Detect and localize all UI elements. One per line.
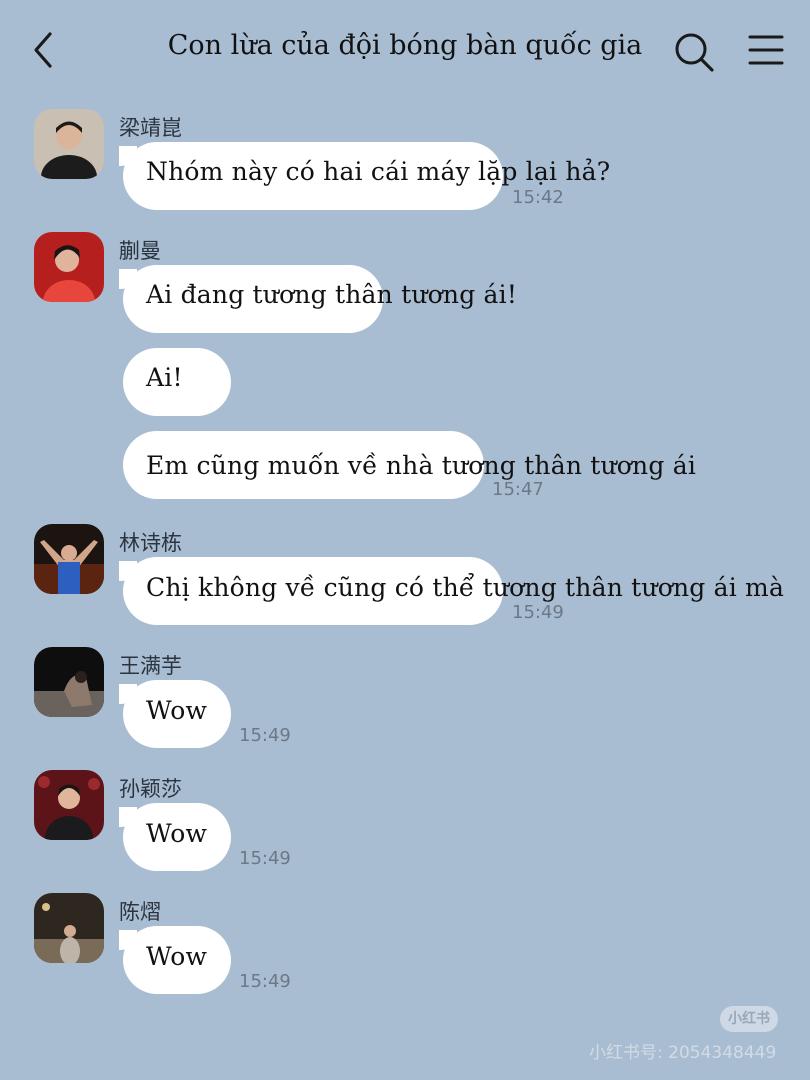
avatar-photo [34,524,104,594]
message-time: 15:49 [239,971,291,992]
avatar[interactable] [34,647,104,717]
watermark-text: 小红书号: 2054348449 [589,1043,777,1063]
avatar[interactable] [34,524,104,594]
chat-title: Con lừa của đội bóng bàn quốc gia [167,30,643,61]
watermark-badge: 小红书 [720,1006,778,1032]
sender-name: 林诗栋 [119,531,182,555]
message-time: 15:49 [512,602,564,623]
sender-name: 王满芋 [119,654,182,678]
sender-name: 陈熠 [119,900,161,924]
sender-name: 梁靖崑 [119,116,182,140]
sender-name: 蒯曼 [119,239,161,263]
message-text: Chị không về cũng có thể tương thân tươn… [146,573,785,602]
avatar[interactable] [34,109,104,179]
message-text: Ai đang tương thân tương ái! [146,280,518,309]
search-button[interactable] [672,30,716,74]
message-time: 15:49 [239,725,291,746]
avatar-photo [34,770,104,840]
back-button[interactable] [28,28,68,72]
message-text: Em cũng muốn về nhà tương thân tương ái [146,451,697,480]
chat-header: Con lừa của đội bóng bàn quốc gia [0,0,810,100]
message-time: 15:49 [239,848,291,869]
sender-name: 孙颖莎 [119,777,182,801]
message-text: Wow [146,942,208,971]
avatar-photo [34,893,104,963]
avatar[interactable] [34,232,104,302]
search-icon [675,33,714,72]
avatar[interactable] [34,893,104,963]
menu-button[interactable] [748,32,784,68]
avatar[interactable] [34,770,104,840]
avatar-photo [34,109,104,179]
message-text: Wow [146,819,208,848]
message-time: 15:42 [512,187,564,208]
menu-icon [748,35,784,65]
message-text: Wow [146,696,208,725]
avatar-photo [34,647,104,717]
avatar-photo [34,232,104,302]
chevron-left-icon [34,32,52,68]
message-text: Ai! [146,363,183,392]
message-time: 15:47 [492,479,544,500]
message-text: Nhóm này có hai cái máy lặp lại hả? [146,157,611,186]
